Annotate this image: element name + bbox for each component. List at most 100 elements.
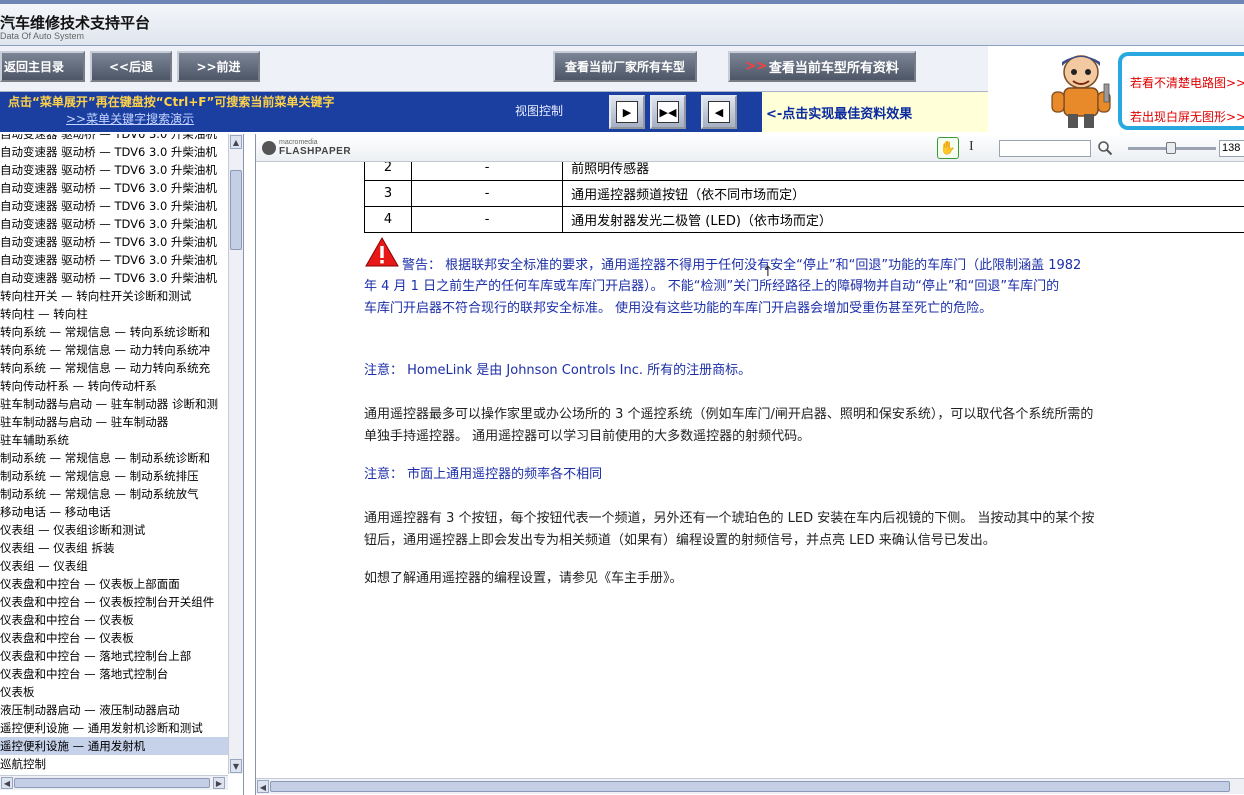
warning-line-3: 车库门开启器不符合现行的联邦安全标准。 使用没有这些功能的车库门开启器会增加受重… — [364, 301, 993, 316]
sidebar-menu-item[interactable]: 自动变速器 驱动桥 — TDV6 3.0 升柴油机 — [0, 269, 228, 287]
sidebar-menu-item[interactable]: 仪表盘和中控台 — 落地式控制台上部 — [0, 647, 228, 665]
sidebar-menu-item[interactable]: 制动系统 — 常规信息 — 制动系统排压 — [0, 467, 228, 485]
sidebar-menu-item[interactable]: 转向系统 — 常规信息 — 转向系统诊断和 — [0, 323, 228, 341]
hand-tool-icon[interactable]: ✋ — [937, 137, 959, 159]
warning-icon — [365, 236, 399, 267]
circuit-diagram-help-link[interactable]: 若看不清楚电路图>> — [1130, 74, 1244, 91]
hint-bar: 点击“菜单展开”再在键盘按“Ctrl+F”可搜索当前菜单关键字 >>菜单关键字搜… — [0, 92, 988, 132]
search-hint-text: 点击“菜单展开”再在键盘按“Ctrl+F”可搜索当前菜单关键字 — [8, 95, 335, 109]
current-model-button[interactable]: >> 查看当前车型所有资料 — [728, 51, 916, 82]
back-button[interactable]: <<后退 — [90, 51, 172, 82]
sidebar-menu-item[interactable]: 转向柱 — 转向柱 — [0, 305, 228, 323]
title-strip — [0, 0, 1244, 4]
body-paragraph-1-line-1: 通用遥控器最多可以操作家里或办公场所的 3 个遥控系统（例如车库门/闸开启器、照… — [364, 407, 1094, 422]
table-cell-part: - — [411, 162, 564, 181]
main-toolbar: 返回主目录 <<后退 >>前进 查看当前厂家所有车型 >> 查看当前车型所有资料 — [0, 46, 988, 92]
viewer-horizontal-scrollbar[interactable]: ◀ — [256, 778, 1244, 794]
table-row: 3- 通用遥控器频道按钮（依不同市场而定） — [363, 180, 1244, 207]
sidebar-menu-item[interactable]: 仪表盘和中控台 — 仪表板上部面面 — [0, 575, 228, 593]
sidebar-menu-item[interactable]: 仪表板 — [0, 683, 228, 701]
note-frequency: 注意： 市面上通用遥控器的频率各不相同 — [364, 467, 603, 482]
sidebar-menu-item[interactable]: 液压制动器启动 — 液压制动器启动 — [0, 701, 228, 719]
scroll-right-icon[interactable]: ▶ — [213, 777, 225, 789]
sidebar-scroll-thumb[interactable] — [230, 170, 242, 250]
sidebar-menu-item[interactable]: 仪表组 — 仪表组诊断和测试 — [0, 521, 228, 539]
sidebar-menu-item[interactable]: 自动变速器 驱动桥 — TDV6 3.0 升柴油机 — [0, 197, 228, 215]
logo-line-1: macromedia — [279, 139, 318, 146]
search-demo-link[interactable]: >>菜单关键字搜索演示 — [66, 110, 194, 127]
sidebar-menu-item[interactable]: 仪表盘和中控台 — 仪表板 — [0, 629, 228, 647]
current-model-label: 查看当前车型所有资料 — [768, 61, 899, 76]
warning-line-2: 年 4 月 1 日之前生产的任何车库或车库门开启器）。 不能“检测”关门所经路径… — [364, 279, 1060, 294]
table-row: 2- 前照明传感器 — [363, 162, 1244, 181]
table-cell-desc: 通用遥控器频道按钮（依不同市场而定） — [562, 180, 1244, 207]
sidebar-menu-item[interactable]: 自动变速器 驱动桥 — TDV6 3.0 升柴油机 — [0, 215, 228, 233]
sidebar-menu-item[interactable]: 仪表组 — 仪表组 拆装 — [0, 539, 228, 557]
sidebar-menu-item[interactable]: 仪表盘和中控台 — 落地式控制台 — [0, 665, 228, 683]
table-cell-num: 2 — [363, 162, 413, 181]
view-control-button-2[interactable]: ▶◀ — [650, 95, 686, 129]
sidebar-menu-item[interactable]: 驻车制动器与启动 — 驻车制动器 诊断和测 — [0, 395, 228, 413]
sidebar-menu-item[interactable]: 转向柱开关 — 转向柱开关诊断和测试 — [0, 287, 228, 305]
document-viewer: macromedia FLASHPAPER ✋ I 138 2- 前照明传感器 3-… — [255, 134, 1244, 795]
sidebar-menu-item[interactable]: 转向系统 — 常规信息 — 动力转向系统冲 — [0, 341, 228, 359]
table-cell-part: - — [411, 180, 564, 207]
sidebar-menu-item[interactable]: 巡航控制 — [0, 755, 228, 773]
table-cell-num: 3 — [363, 180, 413, 207]
sidebar-menu-item[interactable]: 仪表盘和中控台 — 仪表板控制台开关组件 — [0, 593, 228, 611]
sidebar-menu-item[interactable]: 仪表盘和中控台 — 仪表板 — [0, 611, 228, 629]
sidebar-vertical-scrollbar[interactable]: ▲ ▼ — [228, 134, 243, 774]
sidebar-menu-item[interactable]: 自动变速器 驱动桥 — TDV6 3.0 升柴油机 — [0, 179, 228, 197]
text-select-icon[interactable]: I — [969, 139, 974, 155]
search-icon[interactable] — [1097, 140, 1113, 156]
menu-list: 自动变速器 驱动桥 — TDV6 3.0 升柴油机 自动变速器 驱动桥 — TDV… — [0, 134, 228, 791]
sidebar-menu-item[interactable]: 自动变速器 驱动桥 — TDV6 3.0 升柴油机 — [0, 233, 228, 251]
sidebar-menu-item[interactable]: 自动变速器 驱动桥 — TDV6 3.0 升柴油机 — [0, 134, 228, 143]
forward-button[interactable]: >>前进 — [177, 51, 260, 82]
view-control-button-3[interactable]: ◀ — [701, 95, 737, 129]
sidebar-menu-item[interactable]: 遥控便利设施 — 通用发射机 — [0, 737, 228, 755]
double-arrow-icon: >> — [745, 59, 767, 74]
promo-help-box: 若看不清楚电路图>> 若出现白屏无图形>> — [1118, 52, 1244, 130]
sidebar-menu-item[interactable]: 驻车制动器与启动 — 驻车制动器 — [0, 413, 228, 431]
sidebar-menu-item[interactable]: 仪表组 — 仪表组 — [0, 557, 228, 575]
sidebar-menu-item[interactable]: 移动电话 — 移动电话 — [0, 503, 228, 521]
sidebar-menu-item[interactable]: 转向系统 — 常规信息 — 动力转向系统充 — [0, 359, 228, 377]
scroll-left-icon[interactable]: ◀ — [1, 777, 13, 789]
sidebar-menu-item[interactable]: 自动变速器 驱动桥 — TDV6 3.0 升柴油机 — [0, 251, 228, 269]
text-cursor-icon: ↑ — [762, 264, 774, 280]
sidebar-menu-item[interactable]: 自动变速器 驱动桥 — TDV6 3.0 升柴油机 — [0, 143, 228, 161]
body-paragraph-1-line-2: 单独手持遥控器。 通用遥控器可以学习目前使用的大多数遥控器的射频代码。 — [364, 429, 811, 444]
body-paragraph-2-line-2: 钮后，通用遥控器上即会发出专为相关频道（如果有）编程设置的射频信号，并点亮 LE… — [364, 533, 996, 548]
menu-sidebar: 自动变速器 驱动桥 — TDV6 3.0 升柴油机 自动变速器 驱动桥 — TDV… — [0, 134, 244, 795]
sidebar-menu-item[interactable]: 制动系统 — 常规信息 — 制动系统放气 — [0, 485, 228, 503]
sidebar-menu-item[interactable]: 自动变速器 驱动桥 — TDV6 3.0 升柴油机 — [0, 161, 228, 179]
table-cell-part: - — [411, 206, 564, 233]
app-header: 汽车维修技术支持平台 Data Of Auto System — [0, 0, 1244, 46]
blank-screen-help-link[interactable]: 若出现白屏无图形>> — [1130, 108, 1244, 125]
zoom-slider[interactable] — [1128, 142, 1216, 154]
all-models-button[interactable]: 查看当前厂家所有车型 — [553, 51, 697, 82]
app-title: 汽车维修技术支持平台 — [0, 14, 151, 32]
sidebar-menu-item[interactable]: 遥控便利设施 — 通用发射机诊断和测试 — [0, 719, 228, 737]
sidebar-menu-item[interactable]: 制动系统 — 常规信息 — 制动系统诊断和 — [0, 449, 228, 467]
home-button[interactable]: 返回主目录 — [0, 51, 85, 82]
view-control-button-1[interactable]: ▶ — [609, 95, 645, 129]
sidebar-menu-item[interactable]: 转向传动杆系 — 转向传动杆系 — [0, 377, 228, 395]
scroll-left-icon[interactable]: ◀ — [257, 780, 269, 793]
table-row: 4- 通用发射器发光二极管 (LED)（依市场而定） — [363, 206, 1244, 233]
sidebar-menu-item[interactable]: 驻车辅助系统 — [0, 431, 228, 449]
zoom-value-field[interactable]: 138 — [1219, 140, 1244, 157]
sidebar-hscroll-thumb[interactable] — [14, 778, 210, 788]
view-control-label: 视图控制 — [515, 104, 564, 118]
find-input[interactable] — [999, 140, 1091, 157]
flashpaper-toolbar: macromedia FLASHPAPER ✋ I 138 — [256, 134, 1244, 162]
scroll-up-icon[interactable]: ▲ — [230, 135, 242, 149]
scroll-down-icon[interactable]: ▼ — [230, 759, 242, 773]
warning-line-1: 警告： 根据联邦安全标准的要求，通用遥控器不得用于任何没有安全“停止”和“回退”… — [402, 258, 1082, 273]
flashpaper-logo: macromedia FLASHPAPER — [262, 139, 362, 157]
sidebar-horizontal-scrollbar[interactable]: ◀ ▶ — [0, 775, 228, 790]
zoom-slider-knob[interactable] — [1166, 142, 1176, 154]
table-cell-num: 4 — [363, 206, 413, 233]
viewer-scroll-thumb[interactable] — [270, 781, 1230, 792]
